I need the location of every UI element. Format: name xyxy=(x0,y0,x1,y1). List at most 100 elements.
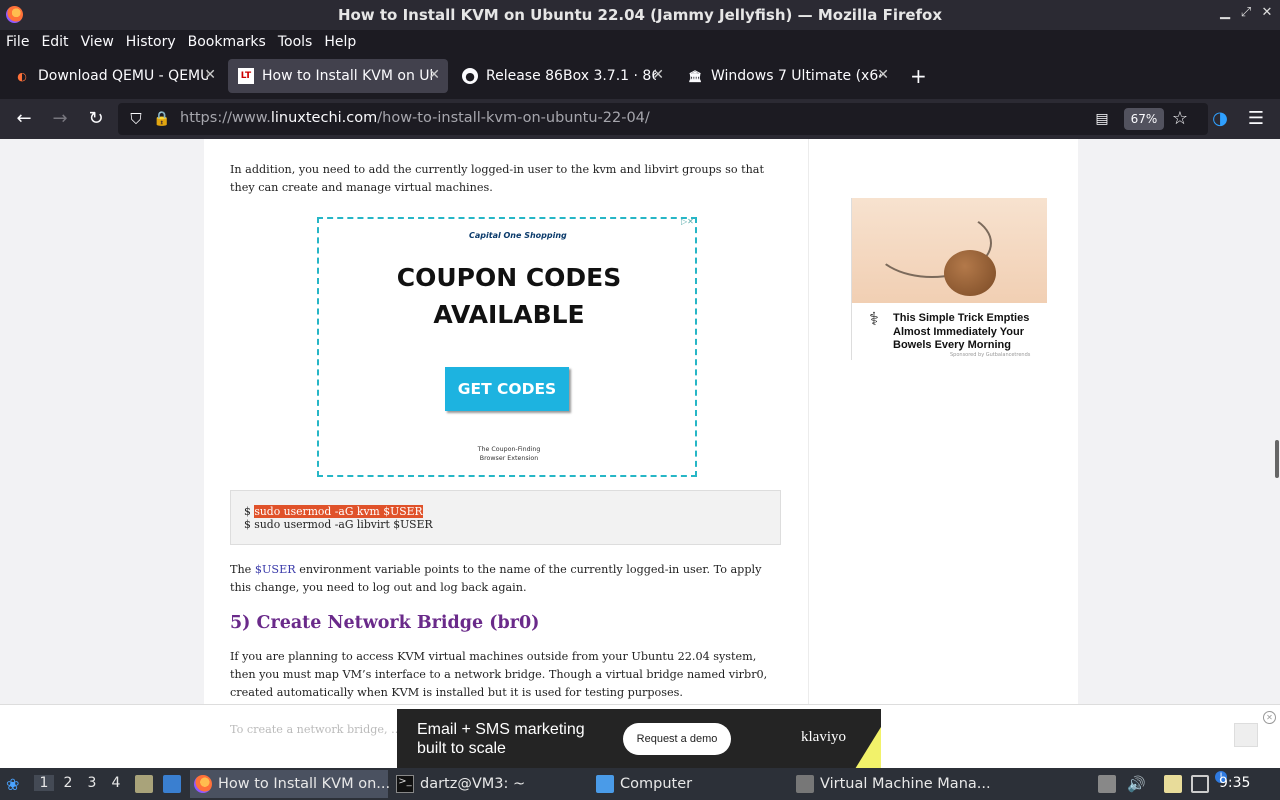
code-line: $ sudo usermod -aG kvm $USER xyxy=(244,505,423,518)
github-icon: ● xyxy=(462,68,478,84)
back-icon[interactable]: ← xyxy=(12,107,36,131)
bottom-ad-strip: To create a network bridge, ... folder /… xyxy=(0,704,1280,769)
article-paragraph: The $USER environment variable points to… xyxy=(230,563,762,594)
archive-icon: 🏛 xyxy=(688,69,702,83)
tab-bar: ◐ Download QEMU - QEMU ✕ LT How to Insta… xyxy=(0,54,1280,99)
tab-kvm[interactable]: LT How to Install KVM on Ubuntu ✕ xyxy=(228,59,448,93)
coupon-ad[interactable]: ▷✕ Capital One Shopping COUPON CODES AVA… xyxy=(317,217,697,477)
forward-icon[interactable]: → xyxy=(48,107,72,131)
url-text[interactable]: https://www.linuxtechi.com/how-to-instal… xyxy=(180,110,650,126)
tab-label: How to Install KVM on Ubuntu xyxy=(262,68,432,84)
task-label: How to Install KVM on... xyxy=(218,776,391,792)
workspace-4[interactable]: 4 xyxy=(106,775,126,791)
workspace-2[interactable]: 2 xyxy=(58,775,78,791)
menu-tools[interactable]: Tools xyxy=(278,34,313,50)
start-menu-icon[interactable]: ❀ xyxy=(6,775,24,794)
task-virt-manager[interactable]: Virtual Machine Mana... xyxy=(792,770,992,798)
tab-86box[interactable]: ● Release 86Box 3.7.1 · 86Box ✕ xyxy=(452,59,672,93)
close-tab-icon[interactable]: ✕ xyxy=(204,67,216,83)
new-tab-icon[interactable]: + xyxy=(910,64,927,88)
tab-label: Download QEMU - QEMU xyxy=(38,68,208,84)
taskbar: ❀ 1 2 3 4 How to Install KVM on... >_ da… xyxy=(0,768,1280,800)
clipboard-icon[interactable] xyxy=(1098,775,1116,793)
ad-image[interactable] xyxy=(852,198,1047,303)
folder-icon xyxy=(596,775,614,793)
page-viewport: In addition, you need to add the current… xyxy=(0,139,1280,704)
workspace-3[interactable]: 3 xyxy=(82,775,102,791)
ad-sponsor: Sponsored by Gutbalancetrends xyxy=(950,352,1031,358)
menu-bookmarks[interactable]: Bookmarks xyxy=(188,34,266,50)
tab-label: Release 86Box 3.7.1 · 86Box xyxy=(486,68,656,84)
ad-headline[interactable]: This Simple Trick Empties Almost Immedia… xyxy=(893,312,1043,353)
navigation-bar: ← → ↻ ⛉ 🔒 https://www.linuxtechi.com/how… xyxy=(0,99,1280,139)
qemu-icon: ◐ xyxy=(17,69,27,83)
caduceus-icon: ⚕ xyxy=(869,309,879,330)
task-terminal[interactable]: >_ dartz@VM3: ~ xyxy=(392,770,590,798)
task-label: Virtual Machine Mana... xyxy=(820,776,991,792)
task-firefox[interactable]: How to Install KVM on... xyxy=(190,770,391,798)
tab-label: Windows 7 Ultimate (x64) xyxy=(711,68,881,84)
firefox-icon xyxy=(194,775,212,793)
request-demo-button[interactable]: Request a demo xyxy=(623,723,731,755)
adchoices-icon[interactable]: ▷✕ xyxy=(681,217,699,227)
article-paragraph: If you are planning to access KVM virtua… xyxy=(230,650,768,699)
close-tab-icon[interactable]: ✕ xyxy=(877,67,889,83)
ad-headline: COUPON CODES AVAILABLE xyxy=(396,263,622,329)
tab-windows7[interactable]: 🏛 Windows 7 Ultimate (x64) ✕ xyxy=(677,59,897,93)
ad-footer: The Coupon-Finding Browser Extension xyxy=(477,446,541,462)
close-ad-icon[interactable]: ✕ xyxy=(1263,711,1276,724)
ad-decoration xyxy=(855,727,881,769)
virt-manager-icon xyxy=(796,775,814,793)
menu-view[interactable]: View xyxy=(81,34,114,50)
bookmark-star-icon[interactable]: ☆ xyxy=(1168,107,1192,131)
get-codes-button[interactable]: GET CODES xyxy=(445,367,569,411)
workspace-1[interactable]: 1 xyxy=(34,775,54,791)
close-window-icon[interactable]: ✕ xyxy=(1258,5,1276,20)
code-block[interactable]: $ sudo usermod -aG kvm $USER $ sudo user… xyxy=(230,490,781,545)
code-line: $ sudo usermod -aG libvirt $USER xyxy=(244,518,433,531)
article-paragraph: In addition, you need to add the current… xyxy=(230,163,764,194)
tab-qemu[interactable]: ◐ Download QEMU - QEMU ✕ xyxy=(4,59,224,93)
close-tab-icon[interactable]: ✕ xyxy=(428,67,440,83)
section-heading: 5) Create Network Bridge (br0) xyxy=(230,613,540,633)
restore-icon[interactable]: ⤢ xyxy=(1237,5,1255,20)
lock-icon[interactable]: 🔒 xyxy=(150,107,174,131)
hamburger-menu-icon[interactable]: ☰ xyxy=(1244,107,1268,131)
window-title: How to Install KVM on Ubuntu 22.04 (Jamm… xyxy=(337,6,943,24)
menu-help[interactable]: Help xyxy=(324,34,356,50)
task-label: dartz@VM3: ~ xyxy=(420,776,526,792)
close-tab-icon[interactable]: ✕ xyxy=(652,67,664,83)
clock[interactable]: 9:35 xyxy=(1219,775,1250,791)
column-divider xyxy=(808,139,809,704)
menu-bar: File Edit View History Bookmarks Tools H… xyxy=(0,30,1280,54)
task-label: Computer xyxy=(620,776,693,792)
task-computer[interactable]: Computer xyxy=(592,770,790,798)
minimize-icon[interactable]: ▁ xyxy=(1216,5,1234,20)
menu-edit[interactable]: Edit xyxy=(41,34,68,50)
network-icon[interactable] xyxy=(1191,775,1209,793)
scroll-top-button[interactable] xyxy=(1234,723,1258,747)
reader-view-icon[interactable]: ▤ xyxy=(1090,107,1114,131)
zoom-level[interactable]: 67% xyxy=(1124,108,1164,130)
klaviyo-ad[interactable]: Email + SMS marketing built to scale Req… xyxy=(397,709,881,769)
linuxtechi-icon: LT xyxy=(238,68,254,84)
volume-icon[interactable]: 🔊 xyxy=(1127,775,1146,793)
window-titlebar: How to Install KVM on Ubuntu 22.04 (Jamm… xyxy=(0,0,1280,30)
ad-brand: klaviyo xyxy=(801,729,846,745)
menu-file[interactable]: File xyxy=(6,34,29,50)
notes-icon[interactable] xyxy=(1164,775,1182,793)
reload-icon[interactable]: ↻ xyxy=(84,107,108,131)
selected-code-text[interactable]: sudo usermod -aG kvm $USER xyxy=(254,505,423,518)
show-desktop-icon[interactable] xyxy=(163,775,181,793)
ad-brand: Capital One Shopping xyxy=(469,231,567,240)
sidebar-ad[interactable]: ⚕ This Simple Trick Empties Almost Immed… xyxy=(851,198,1047,360)
account-icon[interactable]: ◑ xyxy=(1208,107,1232,131)
scrollbar-thumb[interactable] xyxy=(1275,440,1279,478)
ad-text: Email + SMS marketing built to scale xyxy=(417,721,585,757)
firefox-logo-icon xyxy=(6,6,23,23)
menu-history[interactable]: History xyxy=(126,34,176,50)
terminal-icon: >_ xyxy=(396,775,414,793)
shield-icon[interactable]: ⛉ xyxy=(124,107,148,131)
url-bar[interactable]: ⛉ 🔒 https://www.linuxtechi.com/how-to-in… xyxy=(118,103,1208,135)
file-manager-launcher-icon[interactable] xyxy=(135,775,153,793)
